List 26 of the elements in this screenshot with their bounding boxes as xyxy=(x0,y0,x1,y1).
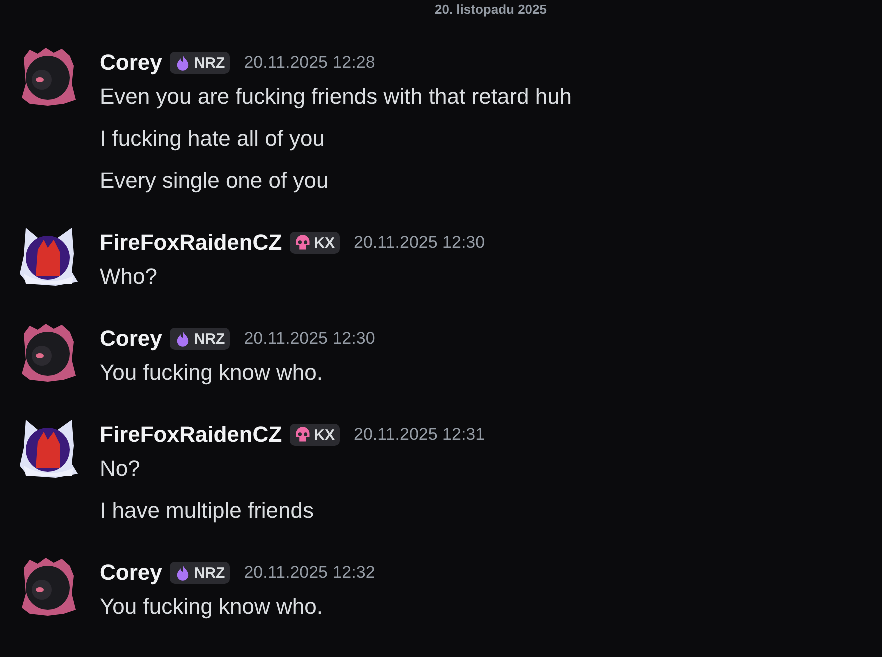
message-text: No? xyxy=(100,455,142,483)
message-text: Even you are fucking friends with that retard huh xyxy=(100,83,572,111)
username[interactable]: FireFoxRaidenCZ xyxy=(100,422,282,448)
username[interactable]: FireFoxRaidenCZ xyxy=(100,230,282,256)
message-text: Every single one of you xyxy=(100,167,330,195)
timestamp: 20.11.2025 12:30 xyxy=(244,329,376,349)
date-divider: 20. listopadu 2025 xyxy=(435,2,547,18)
skull-icon xyxy=(294,234,312,252)
message-text: You fucking know who. xyxy=(100,593,324,621)
role-tag[interactable]: NRZ xyxy=(170,52,230,74)
username[interactable]: Corey xyxy=(100,50,162,76)
role-tag[interactable]: KX xyxy=(290,232,340,254)
message-text: You fucking know who. xyxy=(100,359,324,387)
role-tag[interactable]: NRZ xyxy=(170,328,230,350)
role-tag[interactable]: NRZ xyxy=(170,562,230,584)
timestamp: 20.11.2025 12:32 xyxy=(244,563,376,583)
timestamp: 20.11.2025 12:31 xyxy=(354,425,486,445)
role-tag[interactable]: KX xyxy=(290,424,340,446)
skull-icon xyxy=(294,426,312,444)
username[interactable]: Corey xyxy=(100,560,162,586)
message-text: Who? xyxy=(100,263,158,291)
timestamp: 20.11.2025 12:30 xyxy=(354,233,486,253)
message-text: I fucking hate all of you xyxy=(100,125,326,153)
username[interactable]: Corey xyxy=(100,326,162,352)
timestamp: 20.11.2025 12:28 xyxy=(244,53,376,73)
message-text: I have multiple friends xyxy=(100,497,315,525)
